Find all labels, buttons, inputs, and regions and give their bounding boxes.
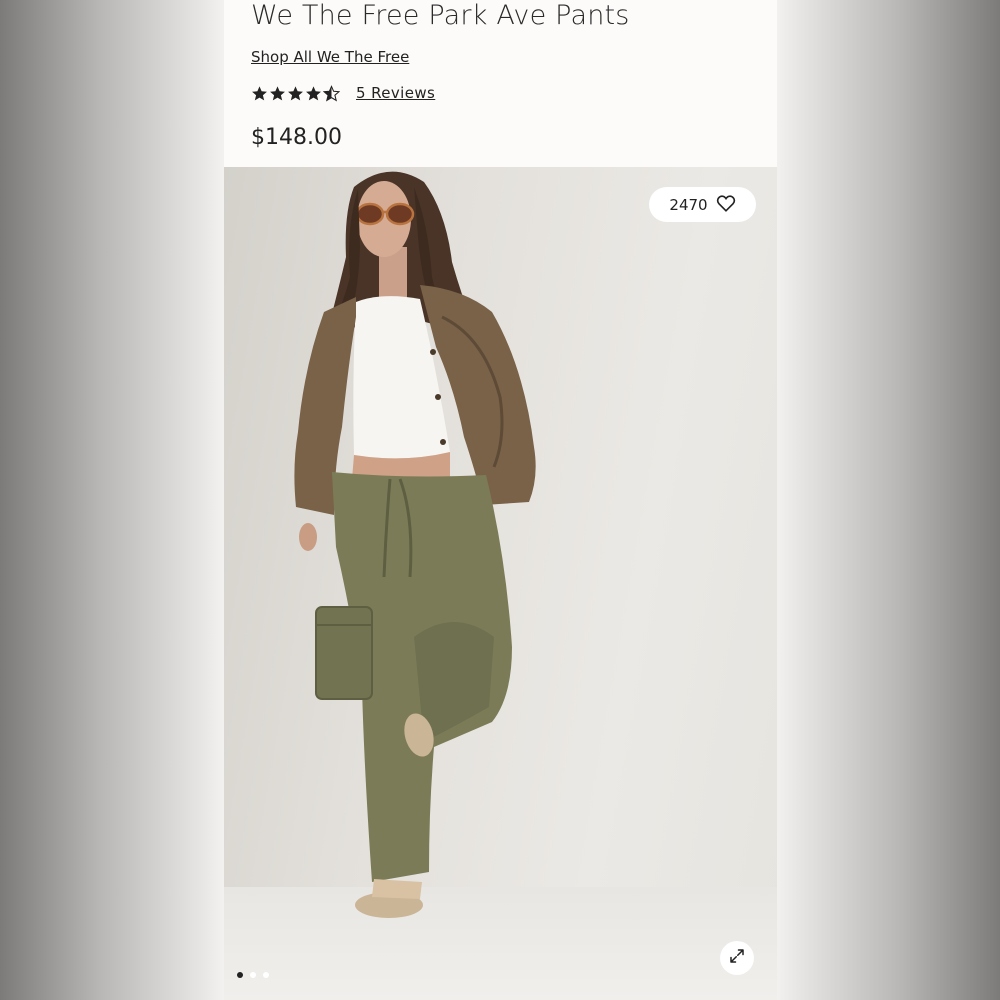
shop-all-link[interactable]: Shop All We The Free: [251, 48, 409, 66]
star-icon: [287, 85, 304, 102]
expand-icon: [728, 947, 746, 970]
heart-icon: [716, 194, 736, 216]
star-half-icon: [323, 84, 340, 102]
expand-image-button[interactable]: [720, 941, 754, 975]
product-header: We The Free Park Ave Pants Shop All We T…: [224, 0, 777, 167]
like-button[interactable]: 2470: [649, 187, 756, 222]
carousel-dots: [237, 972, 269, 978]
product-panel: We The Free Park Ave Pants Shop All We T…: [224, 0, 777, 1000]
rating-stars: [251, 84, 340, 102]
star-icon: [305, 85, 322, 102]
star-icon: [269, 85, 286, 102]
star-icon: [251, 85, 268, 102]
model-photo: [294, 171, 536, 918]
reviews-link[interactable]: 5 Reviews: [356, 84, 435, 102]
product-rating: 5 Reviews: [251, 82, 435, 104]
product-title: We The Free Park Ave Pants: [251, 0, 630, 31]
carousel-dot[interactable]: [250, 972, 256, 978]
like-count: 2470: [669, 195, 708, 214]
product-price: $148.00: [251, 125, 342, 150]
carousel-dot[interactable]: [237, 972, 243, 978]
carousel-dot[interactable]: [263, 972, 269, 978]
product-image[interactable]: 2470: [224, 167, 777, 1000]
